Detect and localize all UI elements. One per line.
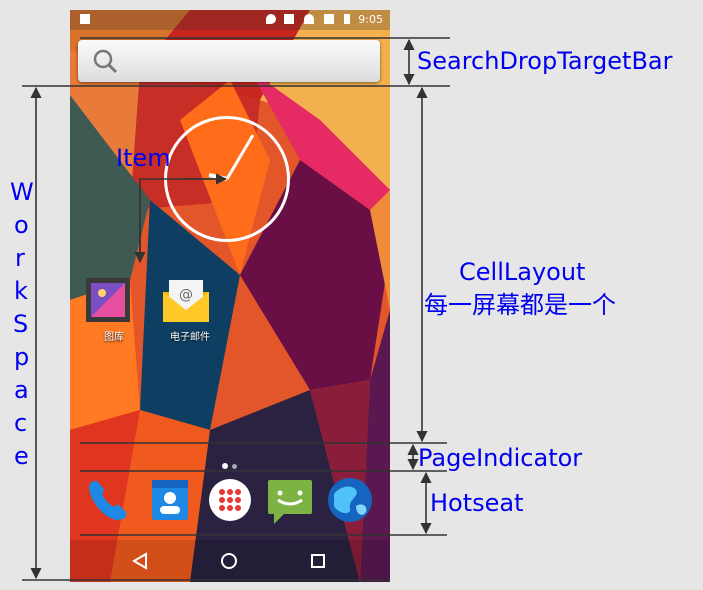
label-workspace-letter: S xyxy=(13,310,29,338)
label-hotseat: Hotseat xyxy=(430,489,524,517)
label-workspace-letter: k xyxy=(14,277,28,305)
label-workspace-letter: p xyxy=(14,343,30,371)
item-leader-line xyxy=(139,178,226,262)
label-workspace-letter: e xyxy=(14,442,29,470)
label-search-drop-target-bar: SearchDropTargetBar xyxy=(417,47,673,75)
label-page-indicator: PageIndicator xyxy=(418,444,583,472)
label-item: Item xyxy=(116,144,171,172)
label-workspace-letter: o xyxy=(14,211,29,239)
label-cell-layout-note: 每一屏幕都是一个 xyxy=(424,291,616,319)
label-workspace-letter: r xyxy=(15,244,25,272)
label-workspace-letter: c xyxy=(14,409,28,437)
label-cell-layout: CellLayout xyxy=(459,258,586,286)
label-workspace-letter: a xyxy=(14,376,29,404)
label-workspace-letter: W xyxy=(10,178,34,206)
